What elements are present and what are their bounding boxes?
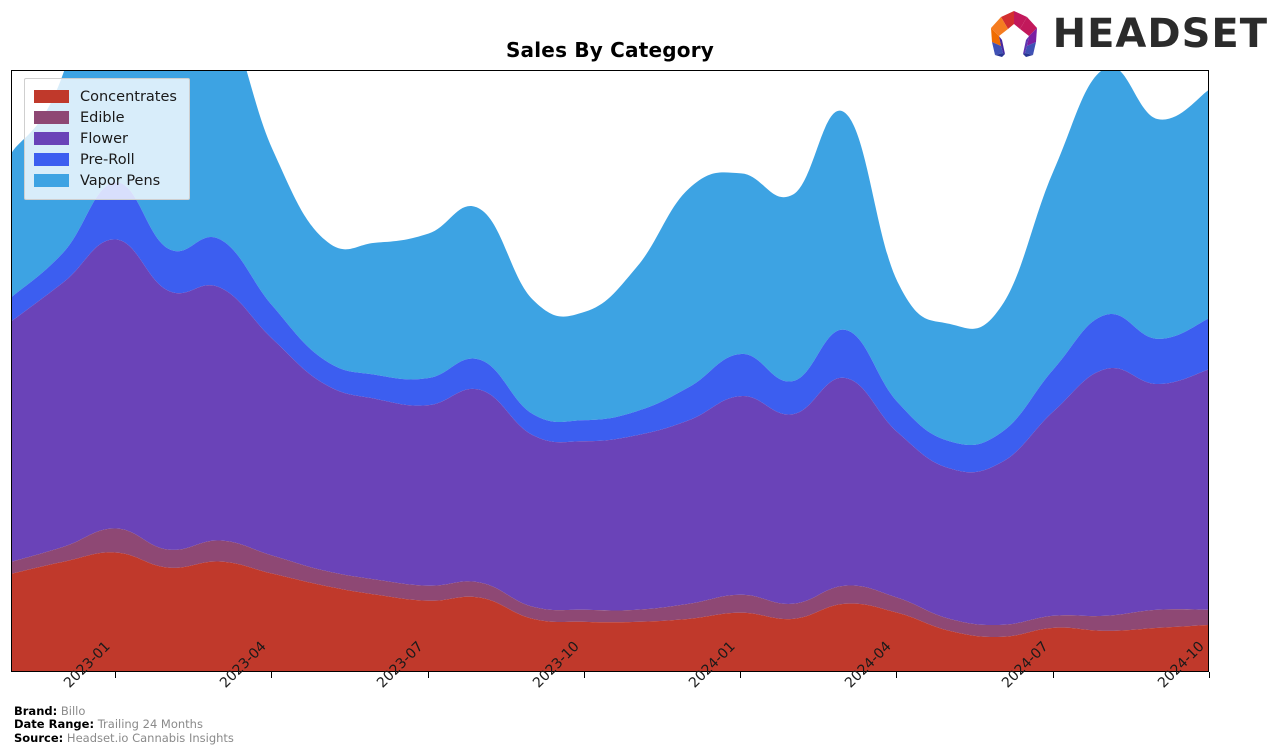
x-tick-mark xyxy=(896,672,898,678)
x-tick-mark xyxy=(427,672,429,678)
chart-legend: Concentrates Edible Flower Pre-Roll Vapor Pe… xyxy=(24,78,190,200)
legend-swatch-icon xyxy=(34,132,69,145)
legend-item-label: Flower xyxy=(80,130,128,147)
legend-item-edible[interactable]: Edible xyxy=(34,107,177,128)
legend-swatch-icon xyxy=(34,174,69,187)
chart-footnotes: Brand: Billo Date Range: Trailing 24 Mont… xyxy=(14,703,234,746)
legend-item-label: Vapor Pens xyxy=(80,172,161,189)
x-tick-mark xyxy=(271,672,273,678)
footnote-value: Billo xyxy=(60,703,86,718)
chart-plot-area: Concentrates Edible Flower Pre-Roll Vapor Pe… xyxy=(11,70,1209,672)
stacked-area-chart xyxy=(12,71,1208,671)
footnote-row: Date Range: Trailing 24 Months xyxy=(14,717,234,732)
footnote-row: Brand: Billo xyxy=(14,703,234,719)
legend-item-pre-roll[interactable]: Pre-Roll xyxy=(34,149,177,170)
brand-logo: HEADSET xyxy=(983,8,1268,60)
headset-omega-logo-icon xyxy=(990,11,1037,57)
footnote-value: Trailing 24 Months xyxy=(97,717,203,731)
legend-item-label: Pre-Roll xyxy=(80,151,135,168)
x-tick-mark xyxy=(115,672,117,678)
x-tick-mark xyxy=(583,672,585,678)
footnote-key: Date Range: xyxy=(14,717,95,731)
footnote-key: Source: xyxy=(14,730,64,745)
brand-logo-wordmark: HEADSET xyxy=(1052,11,1268,57)
x-tick-mark xyxy=(740,672,742,678)
legend-item-flower[interactable]: Flower xyxy=(34,128,177,149)
x-tick-mark xyxy=(1209,672,1210,678)
legend-swatch-icon xyxy=(34,111,69,124)
legend-item-label: Edible xyxy=(80,109,125,126)
footnote-row: Source: Headset.io Cannabis Insights xyxy=(14,730,234,746)
legend-item-vapor-pens[interactable]: Vapor Pens xyxy=(34,170,177,191)
legend-swatch-icon xyxy=(34,153,69,166)
legend-item-concentrates[interactable]: Concentrates xyxy=(34,86,177,107)
footnote-value: Headset.io Cannabis Insights xyxy=(66,730,234,745)
x-tick-mark xyxy=(1052,672,1054,678)
footnote-key: Brand: xyxy=(14,703,58,718)
legend-item-label: Concentrates xyxy=(80,88,177,105)
legend-swatch-icon xyxy=(34,90,69,103)
